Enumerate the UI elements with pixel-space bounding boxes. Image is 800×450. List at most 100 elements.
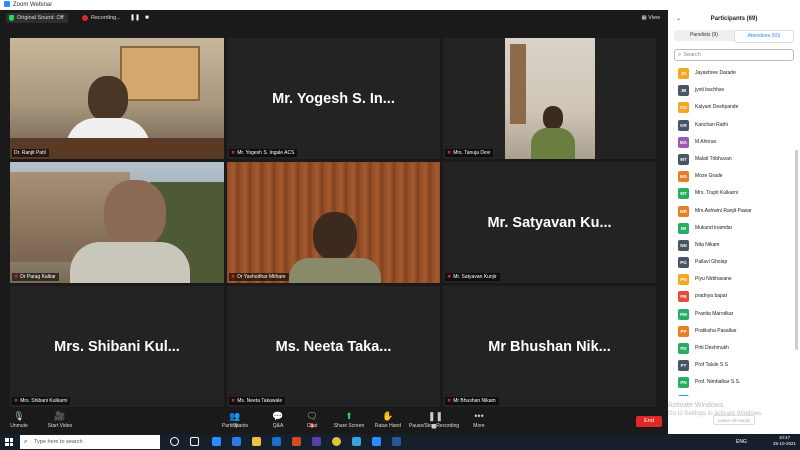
language-indicator[interactable]: ENG: [736, 439, 747, 445]
zoom-logo-icon: [4, 1, 10, 8]
pause-recording-icon[interactable]: ❚❚: [130, 15, 140, 21]
attendee-row[interactable]: NN Nita Nikam: [668, 238, 796, 255]
avatar: JD: [678, 68, 689, 79]
mail-icon[interactable]: [272, 437, 281, 446]
tab-panelists[interactable]: Panelists (9): [674, 30, 734, 41]
tab-attendees[interactable]: Attendees (60): [734, 30, 794, 43]
avatar: PN: [678, 274, 689, 286]
chrome-icon[interactable]: [332, 437, 341, 446]
original-sound-button[interactable]: Original Sound: Off: [6, 13, 68, 23]
attendee-row[interactable]: PT Prof Talule S S: [668, 358, 796, 375]
mic-muted-icon: ✖: [231, 150, 236, 156]
attendee-row[interactable]: PD Priti Deshmukh: [668, 341, 796, 358]
mic-muted-icon: ✖: [14, 398, 19, 404]
security-shield-icon: [9, 14, 14, 21]
avatar: MT: [678, 153, 689, 165]
powerpoint-icon[interactable]: [292, 437, 301, 446]
attendee-row[interactable]: JB jyoti bachhav: [668, 83, 796, 100]
attendee-row[interactable]: PN Piyu Nirbhavane: [668, 272, 796, 289]
raise-hand-icon: ✋: [382, 411, 394, 421]
participant-search-input[interactable]: ⌕ Search: [674, 49, 794, 61]
tile-name-label: Dr. Ranjit Patil: [12, 149, 49, 157]
word-icon[interactable]: [392, 437, 401, 446]
video-tile-shibani-kulkarni[interactable]: Mrs. Shibani Kul... ✖ Mrs. Shibani Kulkar…: [10, 286, 224, 407]
attendee-row[interactable]: MA M Ahirrao: [668, 135, 796, 152]
lower-all-hands-button[interactable]: Leave All Hands: [713, 415, 755, 425]
pause-stop-icon: ❚❚ ■: [428, 411, 444, 431]
attendee-row[interactable]: PTProf. Teja Pathak: [668, 393, 796, 396]
stop-recording-icon[interactable]: ■: [145, 15, 149, 21]
participants-icon: 👥69: [229, 411, 241, 429]
video-tile-parag-kalkar[interactable]: ✖ Dr Parag Kalkar: [10, 162, 224, 283]
attendee-row[interactable]: PG Pallavi Gholap: [668, 255, 796, 272]
avatar: PD: [678, 343, 689, 354]
more-button[interactable]: ••• More: [470, 411, 488, 429]
video-tile-tanuja-devi[interactable]: ✖ Mrs. Tanuja Devi: [443, 38, 656, 159]
attendee-row[interactable]: MG Moze Grade: [668, 169, 796, 186]
attendee-row[interactable]: MI Mukund inamdar: [668, 221, 796, 238]
attendee-row[interactable]: JD Jayashree Darade: [668, 66, 796, 83]
teams-icon[interactable]: [312, 437, 321, 446]
end-button[interactable]: End: [636, 416, 662, 427]
attendee-name: Jayashree Darade: [695, 70, 736, 76]
video-tile-yogesh-ingale[interactable]: Mr. Yogesh S. In... ✖ Mr. Yogesh S. Ingal…: [227, 38, 440, 159]
attendee-row[interactable]: MT Mrs. Trupti Kulkarni: [668, 186, 796, 203]
video-tile-yashodhar-mithare[interactable]: ✖ Dr Yashodhar Mithare: [227, 162, 440, 283]
attendee-row[interactable]: PP Pratiksha Pasalkar: [668, 324, 796, 341]
attendee-row[interactable]: MR Mrs.Ashwini Ranjit Pawar: [668, 204, 796, 221]
attendee-row[interactable]: PB pradnya bapat: [668, 289, 796, 306]
door: [510, 44, 526, 124]
attendee-name: Mrs. Trupti Kulkarni: [695, 190, 739, 197]
video-tile-bhushan-nikam[interactable]: Mr Bhushan Nik... ✖ Mr Bhushan Nikam: [443, 286, 656, 407]
file-explorer-icon[interactable]: [252, 437, 261, 446]
avatar: PT: [678, 360, 689, 372]
start-video-button[interactable]: 🎥 Start Video: [44, 411, 76, 429]
edge-browser-icon[interactable]: [212, 437, 221, 446]
tile-name-label: ✖ Mrs. Tanuja Devi: [445, 149, 494, 157]
raise-hand-button[interactable]: ✋ Raise Hand: [374, 411, 402, 429]
attendee-name: Pallavi Gholap: [695, 259, 728, 266]
chat-button[interactable]: 🗨1 Chat: [302, 411, 322, 429]
attendee-name: Kanchan Rathi: [695, 121, 728, 128]
task-view-icon[interactable]: [190, 437, 199, 446]
participants-panel: ⌄ Participants (69) Panelists (9) Attend…: [668, 10, 800, 434]
store-icon[interactable]: [232, 437, 241, 446]
meeting-topbar: Original Sound: Off Recording... ❚❚ ■ ▦ …: [0, 10, 668, 26]
qa-button[interactable]: 💬 Q&A: [268, 411, 288, 429]
app-icon[interactable]: [352, 437, 361, 446]
attendee-name: Piyu Nirbhavane: [695, 276, 732, 283]
view-button[interactable]: ▦ View: [641, 13, 660, 23]
pause-stop-recording-button[interactable]: ❚❚ ■ Pause/Stop Recording: [408, 411, 460, 431]
attendee-list-scrollbar[interactable]: [795, 150, 798, 350]
avatar: MT: [678, 188, 689, 200]
zoom-taskbar-icon[interactable]: [372, 437, 381, 446]
attendee-row[interactable]: PM Pranita Marodkar: [668, 307, 796, 324]
taskbar-search-input[interactable]: ⌕ Type here to search: [20, 435, 160, 449]
system-clock[interactable]: 10:47 25-10-2021: [773, 435, 796, 447]
search-icon: ⌕: [678, 52, 682, 58]
mic-muted-icon: ✖: [231, 398, 236, 404]
video-feed: [10, 38, 224, 159]
video-tile-ranjit-patil[interactable]: Dr. Ranjit Patil: [10, 38, 224, 159]
search-icon: ⌕: [24, 439, 28, 445]
video-feed: [227, 162, 440, 283]
cortana-icon[interactable]: [170, 437, 179, 446]
attendee-name: jyoti bachhav: [695, 87, 725, 94]
attendee-row[interactable]: KD Kalyani Deshpande: [668, 100, 796, 117]
video-tile-neeta-takawale[interactable]: Ms. Neeta Taka... ✖ Ms. Neeta Takawale: [227, 286, 440, 407]
windows-start-icon[interactable]: [5, 438, 13, 446]
share-screen-button[interactable]: ⬆ Share Screen: [332, 411, 366, 429]
attendee-row[interactable]: MT Malati Tribhuvan: [668, 152, 796, 169]
video-tile-satyavan-kunjir[interactable]: Mr. Satyavan Ku... ✖ Mr. Satyavan Kunjir: [443, 162, 656, 283]
windows-taskbar: ⌕ Type here to search ENG 10:47 25-10-202…: [0, 434, 800, 450]
attendee-name: Priti Deshmukh: [695, 345, 729, 351]
participant-tabs: Panelists (9) Attendees (60): [674, 30, 794, 43]
attendee-name: pradnya bapat: [695, 293, 727, 300]
unmute-button[interactable]: 🎙 Unmute: [6, 411, 32, 429]
person-head: [104, 180, 166, 248]
attendee-row[interactable]: PN Prof. Nimbalkar S.S.: [668, 375, 796, 392]
attendee-row[interactable]: KR Kanchan Rathi: [668, 118, 796, 135]
participants-button[interactable]: 👥69 Participants: [218, 411, 252, 429]
chevron-down-icon[interactable]: ⌄: [676, 10, 681, 28]
avatar: PP: [678, 325, 689, 337]
